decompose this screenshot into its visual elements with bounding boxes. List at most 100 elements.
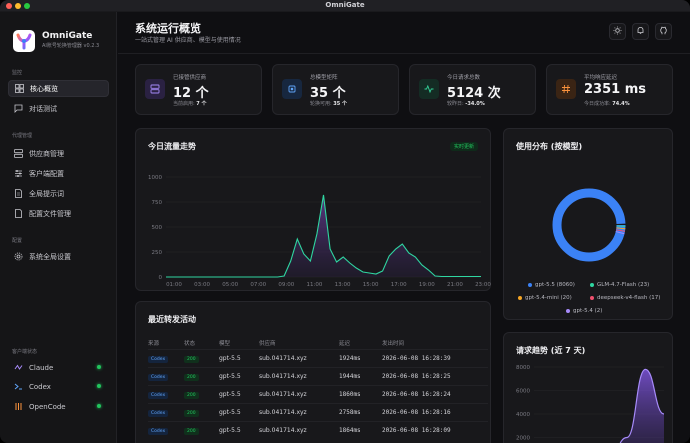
legend-item[interactable]: gpt-5.5 (8060) xyxy=(528,282,575,288)
stat-value: 35 个 xyxy=(310,86,346,101)
table-row[interactable]: Codex 200 gpt-5.5 sub.041714.xyz 1860ms 2026-… xyxy=(148,384,488,403)
traffic-card: 今日流量走势 实时更新 0 250 500 750 1000 01:00 03:00 05:0… xyxy=(135,128,491,291)
table-row[interactable]: Codex 200 gpt-5.5 sub.041714.xyz 1864ms 2026-… xyxy=(148,420,488,439)
x-tick-label: 15:00 xyxy=(363,282,379,288)
stat-value: 5124 次 xyxy=(447,86,501,101)
sidebar-item-config-files[interactable]: 配置文件管理 xyxy=(8,205,109,222)
cell-text: 2026-06-08 16:28:39 xyxy=(382,354,451,362)
file-icon xyxy=(14,209,23,218)
stat-sub-label: 当前启用: xyxy=(173,101,195,107)
provider-cell: sub.041714.xyz xyxy=(259,420,339,439)
bell-icon xyxy=(636,26,645,37)
sidebar-item-chat-test[interactable]: 对话测试 xyxy=(8,100,109,117)
provider-cell: sub.041714.xyz xyxy=(259,366,339,385)
github-button[interactable] xyxy=(655,23,672,40)
status-cell: 200 xyxy=(184,402,219,421)
client-status-opencode[interactable]: OpenCode xyxy=(8,398,109,415)
x-tick-label: 19:00 xyxy=(419,282,435,288)
cell-text: gpt-5.5 xyxy=(219,408,241,416)
y-tick-label: 1000 xyxy=(148,175,162,181)
time-cell: 2026-06-08 16:28:16 xyxy=(382,402,488,421)
status-cell: 200 xyxy=(184,348,219,367)
hash-icon xyxy=(556,79,576,99)
sidebar-item-overview[interactable]: 核心概览 xyxy=(8,80,109,97)
main-content: 系统运行概览 一站式管理 AI 供应商、模型与使用情况 已接管供应商 12 个 … xyxy=(118,12,690,443)
x-tick-label: 23:00 xyxy=(475,282,491,288)
status-online-dot xyxy=(97,384,101,388)
legend-item[interactable]: GLM-4.7-Flash (23) xyxy=(590,282,649,288)
page-title: 系统运行概览 xyxy=(135,22,201,35)
cell-text: sub.041714.xyz xyxy=(259,354,307,362)
title-bar: OmniGate xyxy=(0,0,690,12)
status-badge: 200 xyxy=(184,355,199,363)
latency-cell: 1944ms xyxy=(339,366,382,385)
legend-item[interactable]: gpt-5.4 (2) xyxy=(566,308,602,314)
legend-label: GLM-4.7-Flash (23) xyxy=(597,282,650,288)
theme-toggle-button[interactable] xyxy=(609,23,626,40)
column-header: 模型 xyxy=(219,340,231,347)
cell-text: gpt-5.5 xyxy=(219,390,241,398)
document-icon xyxy=(14,189,23,198)
status-badge: 200 xyxy=(184,409,199,417)
sidebar-item-providers[interactable]: 供应商管理 xyxy=(8,145,109,162)
sidebar-item-label: 系统全局设置 xyxy=(29,252,71,261)
page-subtitle: 一站式管理 AI 供应商、模型与使用情况 xyxy=(135,37,241,44)
cell-text: gpt-5.5 xyxy=(219,426,241,434)
provider-cell: sub.041714.xyz xyxy=(259,348,339,367)
section-label-client-status: 客户端状态 xyxy=(12,349,38,355)
stat-sub: 轮换可用: 35 个 xyxy=(310,100,347,107)
status-cell: 200 xyxy=(184,366,219,385)
y-tick-label: 750 xyxy=(152,200,163,206)
code-icon xyxy=(14,402,23,411)
y-tick-label: 250 xyxy=(152,250,163,256)
legend-label: gpt-5.4-mini (20) xyxy=(525,295,572,301)
latency-cell: 1864ms xyxy=(339,420,382,439)
stat-sub: 今日成功率: 74.4% xyxy=(584,100,630,107)
sidebar-item-label: 供应商管理 xyxy=(29,149,64,158)
pie-slice[interactable] xyxy=(552,188,626,262)
column-header: 延迟 xyxy=(339,340,351,347)
legend-item[interactable]: deepseek-v4-flash (17) xyxy=(590,295,660,301)
legend-label: deepseek-v4-flash (17) xyxy=(597,295,661,301)
sidebar-item-client-config[interactable]: 客户端配置 xyxy=(8,165,109,182)
table-row[interactable]: Codex 200 gpt-5.5 sub.041714.xyz 1944ms 2026-… xyxy=(148,366,488,385)
sliders-icon xyxy=(14,169,23,178)
cell-text: 1864ms xyxy=(339,426,361,434)
source-badge: Codex xyxy=(148,355,169,363)
trend-chart: 2000 4000 6000 8000 xyxy=(516,365,665,443)
stat-sub-value: 74.4% xyxy=(612,101,630,107)
sidebar-item-system-settings[interactable]: 系统全局设置 xyxy=(8,248,109,265)
app-logo-icon xyxy=(13,30,35,52)
trend-area xyxy=(620,369,664,443)
model-cell: gpt-5.5 xyxy=(219,402,259,421)
legend-label: gpt-5.4 (2) xyxy=(573,308,603,314)
stat-label: 总模型矩阵 xyxy=(310,75,338,81)
header-divider xyxy=(118,53,690,54)
y-tick-label: 6000 xyxy=(516,389,530,395)
stat-sub-label: 今日成功率: xyxy=(584,101,611,107)
cell-text: sub.041714.xyz xyxy=(259,372,307,380)
app-window: OmniGate OmniGate AI账号轮换管理器 v0.2.3 监控 核心… xyxy=(0,0,690,443)
client-status-codex[interactable]: Codex xyxy=(8,378,109,395)
cell-text: sub.041714.xyz xyxy=(259,426,307,434)
stat-sub-value: 35 个 xyxy=(333,101,347,107)
legend-swatch xyxy=(518,296,522,300)
status-cell: 200 xyxy=(184,420,219,439)
source-badge: Codex xyxy=(148,409,169,417)
activity-card-title: 最近转发活动 xyxy=(148,315,196,324)
notifications-button[interactable] xyxy=(632,23,649,40)
chat-icon xyxy=(14,104,23,113)
cell-text: 2026-06-08 16:28:24 xyxy=(382,390,451,398)
table-row[interactable]: Codex 200 gpt-5.5 sub.041714.xyz 1924ms 2026-… xyxy=(148,348,488,367)
stat-card-models: 总模型矩阵 35 个 轮换可用: 35 个 xyxy=(272,64,399,115)
time-cell: 2026-06-08 16:28:24 xyxy=(382,384,488,403)
client-status-claude[interactable]: Claude xyxy=(8,359,109,376)
x-tick-label: 17:00 xyxy=(391,282,407,288)
legend-item[interactable]: gpt-5.4-mini (20) xyxy=(518,295,572,301)
table-row[interactable]: Codex 200 gpt-5.5 sub.041714.xyz 2758ms 2026-… xyxy=(148,402,488,421)
sidebar-item-global-prompts[interactable]: 全局提示词 xyxy=(8,185,109,202)
section-label-proxy: 代理管理 xyxy=(12,133,33,139)
x-tick-label: 03:00 xyxy=(194,282,210,288)
provider-cell: sub.041714.xyz xyxy=(259,384,339,403)
model-cell: gpt-5.5 xyxy=(219,420,259,439)
